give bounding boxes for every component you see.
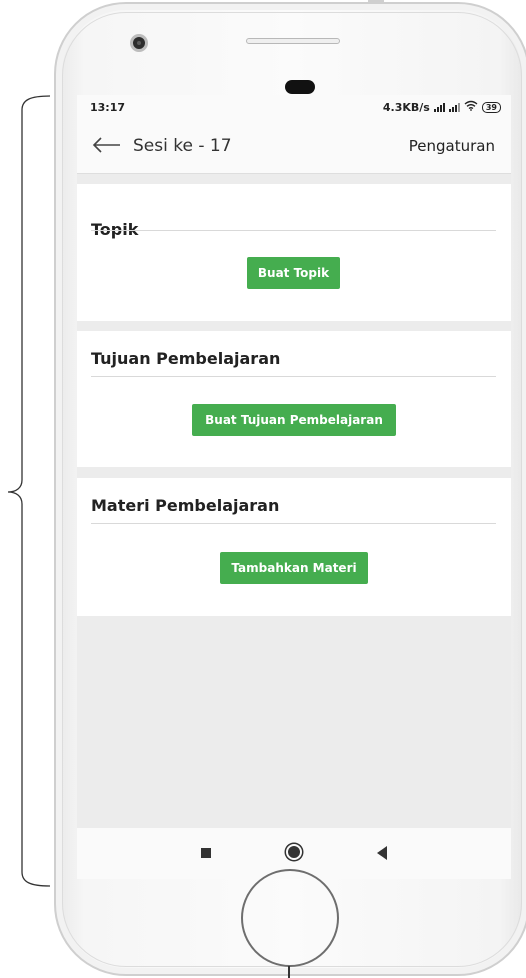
status-right: 4.3KB/s 39 <box>383 100 501 114</box>
app-bar: Sesi ke - 17 Pengaturan <box>77 121 511 174</box>
materials-card: Materi Pembelajaran Tambahkan Materi <box>77 478 511 616</box>
status-time: 13:17 <box>90 101 126 114</box>
back-arrow-icon[interactable] <box>91 135 121 155</box>
earpiece-speaker <box>246 38 340 44</box>
home-icon[interactable] <box>286 844 302 860</box>
phone-screen: 13:17 4.3KB/s 39 Sesi ke - 17 Pengaturan… <box>77 95 511 879</box>
goals-divider <box>91 376 496 377</box>
materials-divider <box>91 523 496 524</box>
create-topic-button[interactable]: Buat Topik <box>247 257 340 289</box>
create-goals-button[interactable]: Buat Tujuan Pembelajaran <box>192 404 396 436</box>
goals-card: Tujuan Pembelajaran Buat Tujuan Pembelaj… <box>77 331 511 467</box>
front-camera-icon <box>130 34 148 52</box>
back-triangle-icon[interactable] <box>377 846 387 860</box>
proximity-sensor <box>285 80 315 94</box>
topic-divider <box>91 230 496 231</box>
status-bar: 13:17 4.3KB/s 39 <box>77 95 511 121</box>
power-button <box>368 0 384 4</box>
recent-apps-icon[interactable] <box>201 848 211 858</box>
physical-home-button <box>241 869 339 967</box>
signal-icon-2 <box>448 102 460 112</box>
network-speed: 4.3KB/s <box>382 100 430 114</box>
topic-card: Topik Buat Topik <box>77 184 511 321</box>
wifi-icon <box>464 100 478 114</box>
page-title: Sesi ke - 17 <box>133 136 232 156</box>
pointer-line <box>288 966 290 978</box>
battery-icon: 39 <box>481 101 501 113</box>
materials-heading: Materi Pembelajaran <box>91 496 280 515</box>
settings-link[interactable]: Pengaturan <box>409 137 495 155</box>
signal-icon <box>433 102 445 112</box>
add-material-button[interactable]: Tambahkan Materi <box>220 552 368 584</box>
bracket-annotation <box>7 95 51 887</box>
goals-heading: Tujuan Pembelajaran <box>91 349 281 368</box>
